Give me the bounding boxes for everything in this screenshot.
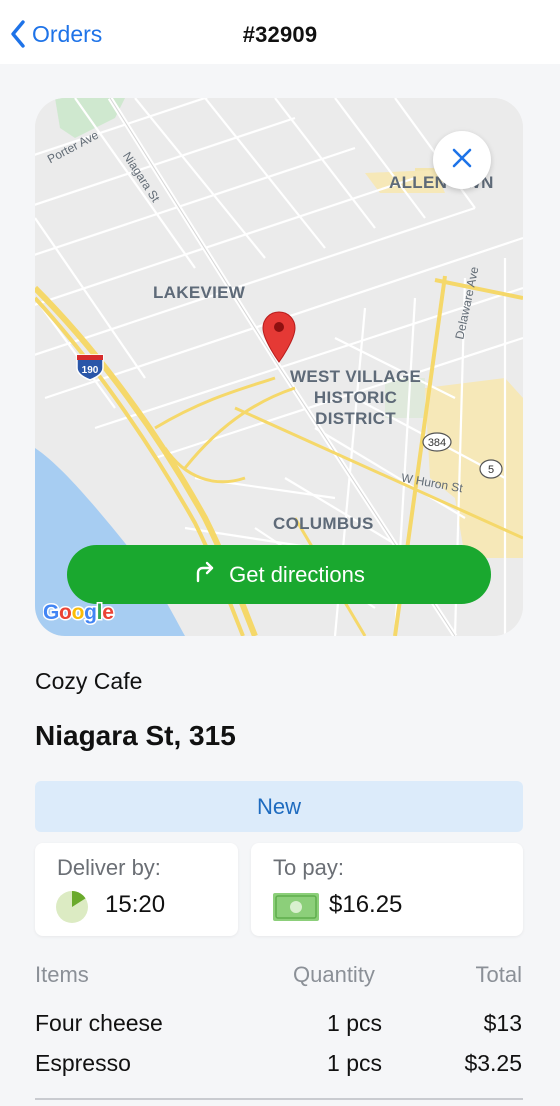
total-header: Total [475, 962, 522, 987]
route-5-label: 5 [488, 464, 494, 476]
close-map-button[interactable] [433, 131, 491, 189]
route-384-shield: 384 [422, 432, 452, 452]
map-view[interactable]: 190 384 5 Porter Ave Niagara St Delaware… [35, 98, 523, 636]
top-bar: Orders #32909 [0, 0, 560, 64]
cash-icon [273, 893, 319, 926]
google-logo: Google [42, 598, 123, 632]
item-name: Espresso [35, 1050, 131, 1076]
get-directions-button[interactable]: Get directions [67, 545, 491, 604]
items-header: Items [35, 962, 89, 987]
item-quantity: 1 pcs [327, 1050, 382, 1076]
close-icon [451, 147, 473, 174]
neighborhood-label-columbus: COLUMBUS [273, 514, 374, 533]
quantity-header: Quantity [293, 962, 375, 987]
svg-text:Google: Google [43, 601, 114, 624]
status-badge: New [35, 781, 523, 832]
divider [35, 1098, 523, 1100]
delivery-address: Niagara St, 315 [35, 720, 236, 751]
shop-name: Cozy Cafe [35, 668, 143, 694]
deliver-by-label: Deliver by: [57, 855, 161, 880]
google-logo-art: Google [42, 600, 116, 626]
item-total: $3.25 [464, 1050, 522, 1076]
route-384-label: 384 [428, 437, 446, 449]
deliver-by-time: 15:20 [105, 891, 166, 918]
deliver-by-card: Deliver by: 15:20 [35, 843, 238, 936]
route-5-shield: 5 [479, 459, 503, 479]
item-total: $13 [483, 1010, 522, 1036]
neighborhood-label-lakeview: LAKEVIEW [153, 283, 246, 302]
to-pay-label: To pay: [273, 855, 344, 880]
order-detail-screen: Orders #32909 190 384 5 Porter Ave Niaga… [0, 0, 560, 1106]
neighborhood-label-west-village: WEST VILLAGE HISTORIC DISTRICT [290, 367, 422, 428]
interstate-190-label: 190 [82, 365, 99, 376]
map-pin-icon [261, 310, 297, 369]
to-pay-card: To pay: $16.25 [251, 843, 523, 936]
item-name: Four cheese [35, 1010, 163, 1036]
item-quantity: 1 pcs [327, 1010, 382, 1036]
to-pay-amount: $16.25 [329, 891, 403, 918]
turn-right-arrow-icon [193, 560, 217, 590]
page-title: #32909 [242, 22, 318, 47]
get-directions-label: Get directions [229, 561, 365, 587]
clock-pie-icon [55, 890, 89, 929]
